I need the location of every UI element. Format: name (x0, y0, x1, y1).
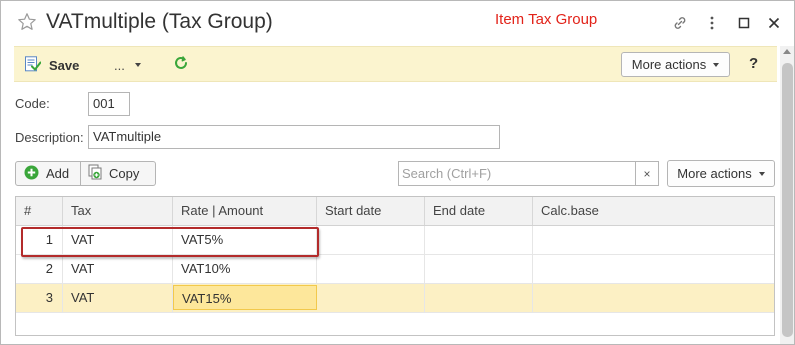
rate-cell-active[interactable]: VAT15% (173, 285, 317, 310)
search-clear-button[interactable]: × (635, 161, 659, 186)
table-more-actions-label: More actions (677, 166, 752, 181)
calc-base-cell[interactable] (533, 226, 774, 254)
table-more-actions-button[interactable]: More actions (667, 160, 775, 187)
link-icon[interactable] (671, 14, 689, 32)
more-menu-label: ... (114, 57, 125, 73)
table-row[interactable]: 1 VAT VAT5% (16, 226, 774, 255)
copy-label: Copy (109, 166, 140, 181)
copy-button[interactable]: Copy (81, 161, 156, 186)
more-actions-button[interactable]: More actions (621, 52, 730, 77)
end-date-cell[interactable] (425, 284, 533, 312)
table-row-selected[interactable]: 3 VAT VAT15% (16, 284, 774, 313)
help-button[interactable]: ? (749, 55, 758, 72)
tax-cell[interactable]: VAT (63, 226, 173, 254)
save-label: Save (49, 57, 80, 73)
start-date-cell[interactable] (317, 255, 425, 283)
close-icon[interactable] (765, 14, 783, 32)
row-number: 1 (16, 226, 63, 254)
start-date-cell[interactable] (317, 226, 425, 254)
more-dots-icon[interactable] (703, 14, 721, 32)
chevron-down-icon (713, 62, 720, 67)
add-button[interactable]: Add (15, 161, 81, 186)
scroll-up-arrow-icon[interactable] (783, 49, 791, 54)
maximize-icon[interactable] (735, 14, 753, 32)
column-header-start-date[interactable]: Start date (317, 197, 425, 225)
chevron-down-icon (134, 63, 141, 67)
window-title: VATmultiple (Tax Group) (46, 10, 273, 33)
more-actions-label: More actions (631, 57, 707, 72)
rate-cell[interactable]: VAT5% (173, 226, 317, 254)
column-header-tax[interactable]: Tax (63, 197, 173, 225)
description-field[interactable]: VATmultiple (88, 125, 500, 149)
table-header: # Tax Rate | Amount Start date End date … (16, 197, 774, 226)
refresh-icon[interactable] (173, 55, 191, 73)
search-input[interactable]: Search (Ctrl+F) (398, 161, 636, 186)
tax-group-window: VATmultiple (Tax Group) Item Tax Group S… (0, 0, 795, 345)
code-field[interactable]: 001 (88, 92, 130, 116)
save-button[interactable]: Save (24, 54, 79, 76)
row-number: 3 (16, 284, 63, 312)
scrollbar-thumb[interactable] (782, 63, 793, 337)
table-row[interactable]: 2 VAT VAT10% (16, 255, 774, 284)
more-menu-button[interactable]: ... (114, 54, 141, 76)
end-date-cell[interactable] (425, 255, 533, 283)
calc-base-cell[interactable] (533, 255, 774, 283)
rate-cell[interactable]: VAT10% (173, 255, 317, 283)
column-header-end-date[interactable]: End date (425, 197, 533, 225)
command-bar: Save ... More actions ? (14, 46, 777, 82)
tax-cell[interactable]: VAT (63, 255, 173, 283)
row-number: 2 (16, 255, 63, 283)
star-icon[interactable] (17, 12, 37, 32)
copy-icon (87, 164, 103, 183)
column-header-number[interactable]: # (16, 197, 63, 225)
column-header-rate-amount[interactable]: Rate | Amount (173, 197, 317, 225)
title-bar: VATmultiple (Tax Group) Item Tax Group (1, 1, 794, 45)
column-header-calc-base[interactable]: Calc.base (533, 197, 774, 225)
annotation-label: Item Tax Group (495, 11, 598, 28)
tax-cell[interactable]: VAT (63, 284, 173, 312)
save-document-icon (24, 56, 41, 74)
add-circle-icon (24, 165, 39, 183)
tax-rates-table: # Tax Rate | Amount Start date End date … (15, 196, 775, 336)
calc-base-cell[interactable] (533, 284, 774, 312)
add-label: Add (46, 166, 70, 181)
description-label: Description: (15, 130, 84, 145)
chevron-down-icon (758, 171, 765, 176)
code-label: Code: (15, 96, 50, 111)
end-date-cell[interactable] (425, 226, 533, 254)
start-date-cell[interactable] (317, 284, 425, 312)
